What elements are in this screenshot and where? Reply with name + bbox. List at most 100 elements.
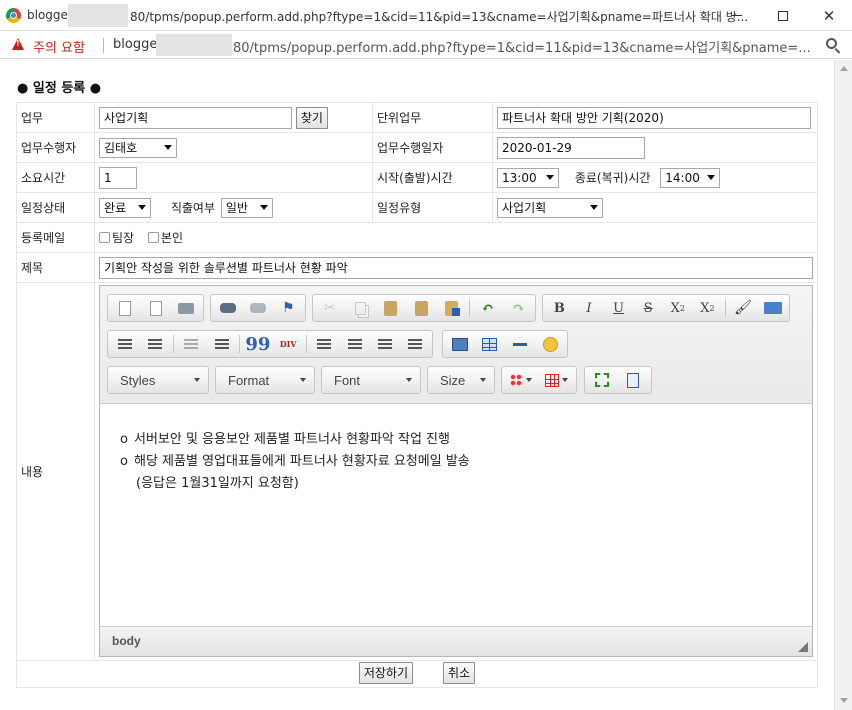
save-button[interactable]: 저장하기	[358, 661, 414, 684]
paste-button[interactable]	[376, 296, 405, 320]
subscript-button[interactable]: X2	[664, 296, 693, 320]
subscript-mark: 2	[679, 303, 685, 313]
form-row-task: 업무 사업기획 찾기 단위업무 파트너사 확대 방안 기획(2020)	[16, 102, 818, 133]
direct-return-select[interactable]: 일반	[220, 197, 273, 218]
smiley-button[interactable]	[536, 332, 565, 356]
align-justify-button[interactable]	[401, 332, 430, 356]
resize-grip-icon[interactable]	[798, 642, 808, 652]
content-line: o 해당 제품별 영업대표들에게 파트너사 현황자료 요청메일 발송	[120, 451, 792, 473]
paste-word-button[interactable]	[437, 296, 466, 320]
cut-button[interactable]: ✂	[315, 296, 344, 320]
status-value: 완료	[104, 201, 127, 215]
table-button[interactable]	[475, 332, 504, 356]
image-button[interactable]	[445, 332, 474, 356]
font-combo-label: Font	[334, 372, 361, 388]
redo-button[interactable]: ↷	[504, 296, 533, 320]
underline-button[interactable]: U	[604, 296, 633, 320]
content-label: 내용	[16, 282, 95, 661]
scroll-up-icon[interactable]	[840, 66, 848, 71]
task-input[interactable]: 사업기획	[99, 106, 292, 129]
show-blocks-button[interactable]	[618, 368, 648, 392]
assignee-select[interactable]: 김태호	[99, 137, 177, 158]
content-line-text: 해당 제품별 영업대표들에게 파트너사 현황자료 요청메일 발송	[134, 454, 470, 469]
self-checkbox[interactable]	[147, 232, 159, 243]
print-button[interactable]	[171, 296, 201, 320]
size-combo-label: Size	[440, 372, 466, 388]
zoom-icon[interactable]	[826, 38, 837, 49]
find-task-button[interactable]: 찾기	[295, 106, 328, 129]
content-line: (응답은 1월31일까지 요청함)	[120, 473, 792, 495]
source-button[interactable]	[758, 296, 787, 320]
task-cell: 사업기획 찾기	[94, 102, 373, 133]
security-warning[interactable]: 주의 요함	[33, 37, 85, 56]
close-button[interactable]: ✕	[806, 0, 852, 31]
find-button[interactable]	[213, 296, 242, 320]
end-time-select[interactable]: 14:00	[660, 167, 721, 188]
strike-button[interactable]: S	[634, 296, 663, 320]
toolbar-group-document	[107, 294, 204, 322]
minimize-button[interactable]	[714, 0, 760, 31]
font-combo[interactable]: Font	[321, 366, 421, 394]
direct-return-value: 일반	[225, 201, 248, 215]
table-grid-button[interactable]	[539, 368, 573, 392]
format-combo[interactable]: Format	[215, 366, 315, 394]
size-combo[interactable]: Size	[427, 366, 495, 394]
copy-button[interactable]	[345, 296, 374, 320]
maximize-button[interactable]	[760, 0, 806, 31]
content-cell: ⚑ ✂ ↶ ↷ B I U S X 2 X 2 🖌 99 DIV Styles …	[94, 282, 818, 661]
new-page-button[interactable]	[110, 296, 140, 320]
horizontal-rule-button[interactable]	[506, 332, 535, 356]
subject-label: 제목	[16, 252, 95, 283]
superscript-button[interactable]: X2	[693, 296, 722, 320]
scroll-down-icon[interactable]	[840, 698, 848, 703]
self-checkbox-label: 본인	[160, 231, 184, 245]
subject-input[interactable]: 기획안 작성을 위한 솔루션별 파트너사 현황 파악	[99, 256, 813, 279]
unit-task-input[interactable]: 파트너사 확대 방안 기획(2020)	[497, 106, 811, 129]
bulleted-list-button[interactable]	[140, 332, 169, 356]
align-center-icon	[347, 339, 362, 349]
chevron-down-icon	[194, 378, 200, 382]
team-lead-checkbox[interactable]	[99, 232, 110, 243]
start-time-select[interactable]: 13:00	[497, 167, 559, 188]
preview-button[interactable]	[141, 296, 171, 320]
editor-content-area[interactable]: o 서버보안 및 응용보안 제품별 파트너사 현황파악 작업 진행 o 해당 제품별…	[100, 405, 812, 626]
window-title-host: blogger	[27, 8, 73, 22]
start-time-value: 13:00	[502, 170, 537, 185]
outdent-button[interactable]	[177, 332, 206, 356]
anchor-button[interactable]: ⚑	[274, 296, 303, 320]
schedule-type-select[interactable]: 사업기획	[497, 197, 603, 218]
toolbar-group-basic-styles: B I U S X2 X2 🖌	[542, 294, 790, 322]
styles-combo-label: Styles	[120, 372, 156, 388]
replace-button[interactable]	[243, 296, 272, 320]
vertical-scrollbar[interactable]	[834, 60, 852, 710]
task-label: 업무	[16, 102, 95, 133]
assignee-cell: 김태호	[94, 132, 373, 163]
indent-button[interactable]	[207, 332, 236, 356]
schedule-type-value: 사업기획	[502, 201, 547, 215]
address-path: 80/tpms/popup.perform.add.php?ftype=1&ci…	[233, 41, 811, 56]
italic-button[interactable]: I	[575, 296, 604, 320]
align-right-button[interactable]	[370, 332, 399, 356]
schedule-form: 업무 사업기획 찾기 단위업무 파트너사 확대 방안 기획(2020) 업무수행…	[16, 102, 818, 661]
create-div-button[interactable]: DIV	[274, 332, 303, 356]
form-row-time: 소요시간 1 시작(출발)시간 13:00 종료(복귀)시간 14:00	[16, 162, 818, 193]
assignee-value: 김태호	[104, 141, 138, 155]
div-icon: DIV	[279, 338, 297, 349]
remove-format-button[interactable]: 🖌	[729, 296, 758, 320]
status-select[interactable]: 완료	[99, 197, 151, 218]
cancel-button[interactable]: 취소	[443, 661, 476, 684]
paste-text-button[interactable]	[406, 296, 435, 320]
bold-button[interactable]: B	[545, 296, 574, 320]
undo-button[interactable]: ↶	[473, 296, 502, 320]
styles-combo[interactable]: Styles	[107, 366, 209, 394]
work-date-input[interactable]: 2020-01-29	[497, 136, 645, 159]
align-left-button[interactable]	[310, 332, 339, 356]
duration-input[interactable]: 1	[99, 166, 137, 189]
align-center-button[interactable]	[340, 332, 369, 356]
numbered-list-button[interactable]	[110, 332, 139, 356]
element-path[interactable]: body	[112, 634, 141, 648]
blockquote-button[interactable]: 99	[243, 332, 272, 356]
maximize-editor-button[interactable]	[587, 368, 617, 392]
text-color-button[interactable]	[504, 368, 538, 392]
address-bar[interactable]: 주의 요함 blogge 80/tpms/popup.perform.add.p…	[0, 31, 852, 59]
